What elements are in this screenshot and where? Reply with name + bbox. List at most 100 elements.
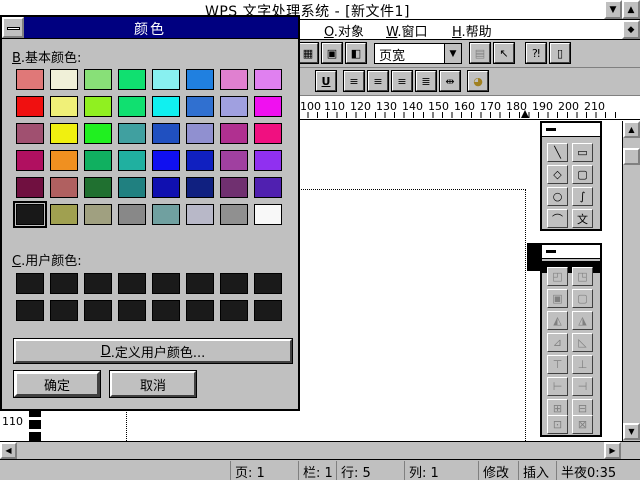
diamond-tool-icon[interactable]: ◇ [547,165,568,184]
color-swatch[interactable] [254,204,282,225]
group-icon[interactable]: ◰ [547,267,568,286]
color-swatch[interactable] [50,177,78,198]
scroll-thumb[interactable] [623,148,640,165]
color-swatch[interactable] [16,123,44,144]
custom-color-swatch[interactable] [152,273,180,294]
color-swatch[interactable] [186,69,214,90]
zoom-select[interactable]: 页宽 ▼ [374,43,462,64]
color-swatch[interactable] [118,150,146,171]
color-swatch[interactable] [220,69,248,90]
align-top-icon[interactable]: ⊤ [547,355,568,374]
color-swatch[interactable] [152,150,180,171]
custom-color-swatch[interactable] [16,273,44,294]
horizontal-scrollbar[interactable]: ◀ ▶ [0,441,640,459]
color-swatch[interactable] [186,177,214,198]
color-swatch[interactable] [220,150,248,171]
object-icon[interactable]: ◧ [345,42,367,64]
frame-icon[interactable]: ▤ [469,42,491,64]
picture-icon[interactable]: ▣ [321,42,343,64]
curve-tool-icon[interactable]: ∫ [572,187,593,206]
color-swatch[interactable] [118,177,146,198]
color-swatch[interactable] [152,177,180,198]
color-swatch[interactable] [152,69,180,90]
send-back-icon[interactable]: ▢ [572,289,593,308]
align-obj-right-icon[interactable]: ⊣ [572,377,593,396]
underline-icon[interactable]: U [315,70,337,92]
color-swatch[interactable] [186,204,214,225]
color-swatch[interactable] [220,204,248,225]
color-swatch[interactable] [84,96,112,117]
color-swatch[interactable] [254,69,282,90]
menu-object[interactable]: O.对象 [324,21,364,40]
maximize-button[interactable]: ▲ [622,0,640,19]
align-justify-icon[interactable]: ≣ [415,70,437,92]
color-swatch[interactable] [152,96,180,117]
color-swatch[interactable] [50,123,78,144]
custom-color-swatch[interactable] [118,300,146,321]
toolbox-menu-icon[interactable] [546,128,556,131]
color-swatch[interactable] [50,69,78,90]
ok-button[interactable]: 确定 [13,370,101,398]
color-swatch[interactable] [118,96,146,117]
book-icon[interactable]: ▯ [549,42,571,64]
align-left-icon[interactable]: ≡ [343,70,365,92]
text-tool-icon[interactable]: 文 [572,209,593,228]
color-swatch[interactable] [220,177,248,198]
rounded-rect-tool-icon[interactable]: ▢ [572,165,593,184]
menu-window[interactable]: W.窗口 [386,21,428,40]
freeform-tool-icon[interactable]: ⌒ [547,209,568,228]
color-swatch[interactable] [254,150,282,171]
ellipse-tool-icon[interactable]: ○ [547,187,568,206]
color-swatch[interactable] [118,69,146,90]
color-swatch[interactable] [50,150,78,171]
define-custom-colors-button[interactable]: D .定义用户颜色... [13,338,293,364]
rectangle-tool-icon[interactable]: ▭ [572,143,593,162]
custom-color-swatch[interactable] [16,300,44,321]
color-swatch[interactable] [186,123,214,144]
menu-help[interactable]: H.帮助 [452,21,492,40]
minimize-button[interactable]: ▼ [604,0,622,19]
align-obj-left-icon[interactable]: ⊢ [547,377,568,396]
color-palette-icon[interactable]: ◕ [467,70,489,92]
object-toolbox-menu-icon[interactable] [546,250,556,253]
custom-color-swatch[interactable] [254,273,282,294]
color-swatch[interactable] [84,204,112,225]
color-swatch[interactable] [16,177,44,198]
color-swatch[interactable] [118,204,146,225]
custom-color-swatch[interactable] [186,300,214,321]
vertical-scrollbar[interactable]: ▲ ▼ [622,121,640,441]
table-icon[interactable]: ▦ [297,42,319,64]
custom-color-swatch[interactable] [84,300,112,321]
color-swatch[interactable] [84,150,112,171]
doc-restore-button[interactable]: ◆ [622,20,640,39]
custom-color-swatch[interactable] [220,273,248,294]
help-pointer-icon[interactable]: ⁈ [525,42,547,64]
chevron-down-icon[interactable]: ▼ [444,44,461,63]
color-swatch[interactable] [220,123,248,144]
custom-color-swatch[interactable] [118,273,146,294]
line-tool-icon[interactable]: ╲ [547,143,568,162]
color-swatch[interactable] [13,201,47,228]
color-swatch[interactable] [152,123,180,144]
color-swatch[interactable] [186,96,214,117]
color-swatch[interactable] [254,177,282,198]
custom-color-swatch[interactable] [50,273,78,294]
bring-front-icon[interactable]: ▣ [547,289,568,308]
flip-h-icon[interactable]: ◭ [547,311,568,330]
custom-color-swatch[interactable] [152,300,180,321]
color-swatch[interactable] [16,69,44,90]
align-right-icon[interactable]: ≡ [391,70,413,92]
color-swatch[interactable] [16,150,44,171]
color-swatch[interactable] [16,96,44,117]
color-swatch[interactable] [84,177,112,198]
color-swatch[interactable] [118,123,146,144]
flip-v-icon[interactable]: ◮ [572,311,593,330]
align-center-icon[interactable]: ≡ [367,70,389,92]
rotate-right-icon[interactable]: ◺ [572,333,593,352]
align-bottom-icon[interactable]: ⊥ [572,355,593,374]
same-size-icon[interactable]: ⊡ [547,415,568,434]
scroll-right-icon[interactable]: ▶ [604,442,621,459]
color-swatch[interactable] [254,96,282,117]
color-swatch[interactable] [254,123,282,144]
rotate-left-icon[interactable]: ⊿ [547,333,568,352]
